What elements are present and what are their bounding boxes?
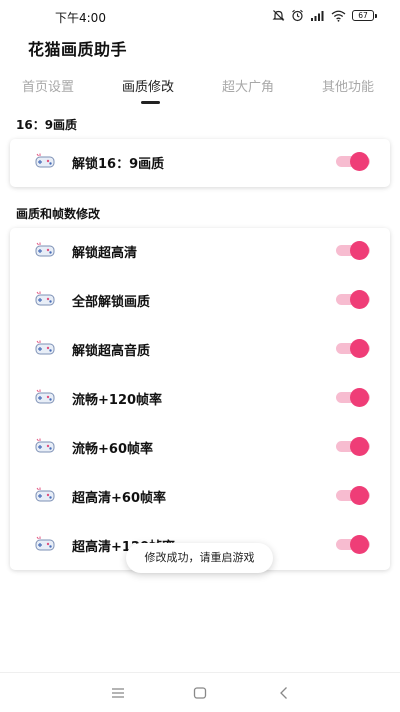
card-aspect: 解锁16：9画质 bbox=[10, 139, 390, 187]
section-title-aspect: 16：9画质 bbox=[16, 118, 78, 132]
row-label: 流畅+120帧率 bbox=[72, 393, 163, 408]
active-tab-indicator bbox=[141, 101, 160, 104]
row-label: 超高清+60帧率 bbox=[72, 491, 166, 506]
status-bar: 下午4:00 67 bbox=[0, 0, 400, 34]
home-icon[interactable] bbox=[192, 685, 208, 701]
gamepad-icon bbox=[34, 389, 56, 405]
list-item: 全部解锁画质 bbox=[10, 279, 390, 319]
toggle-unlock-ultra-audio[interactable] bbox=[336, 338, 372, 358]
tab-bar: 首页设置 画质修改 超大广角 其他功能 bbox=[0, 76, 400, 106]
card-quality-fps: 解锁超高清 全部解锁画质 解锁超高音质 流畅+120帧率 流畅+60帧率 超高清… bbox=[10, 228, 390, 570]
gamepad-icon bbox=[34, 340, 56, 356]
toggle-unlock-all-quality[interactable] bbox=[336, 289, 372, 309]
gamepad-icon bbox=[34, 242, 56, 258]
toggle-unlock-ultra-hd[interactable] bbox=[336, 240, 372, 260]
tab-home-settings[interactable]: 首页设置 bbox=[22, 76, 74, 95]
list-item: 流畅+120帧率 bbox=[10, 377, 390, 417]
menu-icon[interactable] bbox=[110, 685, 126, 701]
wifi-icon bbox=[331, 10, 346, 22]
gamepad-icon bbox=[34, 153, 56, 169]
toggle-smooth-120fps[interactable] bbox=[336, 387, 372, 407]
row-label: 流畅+60帧率 bbox=[72, 442, 153, 457]
row-label: 解锁16：9画质 bbox=[72, 157, 165, 172]
row-label: 解锁超高音质 bbox=[72, 344, 151, 359]
status-icons: 67 bbox=[272, 9, 377, 22]
toggle-smooth-60fps[interactable] bbox=[336, 436, 372, 456]
section-title-quality-fps: 画质和帧数修改 bbox=[16, 207, 101, 221]
alarm-icon bbox=[291, 9, 304, 22]
toggle-unlock-16-9[interactable] bbox=[336, 151, 372, 171]
toggle-ultra-hd-60fps[interactable] bbox=[336, 485, 372, 505]
list-item: 解锁16：9画质 bbox=[10, 141, 390, 181]
list-item: 超高清+60帧率 bbox=[10, 475, 390, 515]
tab-quality-modify[interactable]: 画质修改 bbox=[122, 76, 174, 95]
row-label: 全部解锁画质 bbox=[72, 295, 151, 310]
gamepad-icon bbox=[34, 536, 56, 552]
list-item: 流畅+60帧率 bbox=[10, 426, 390, 466]
list-item: 解锁超高音质 bbox=[10, 328, 390, 368]
gamepad-icon bbox=[34, 291, 56, 307]
battery-icon: 67 bbox=[352, 10, 377, 21]
status-time: 下午4:00 bbox=[55, 11, 106, 25]
system-nav-bar bbox=[0, 672, 400, 712]
gamepad-icon bbox=[34, 487, 56, 503]
gamepad-icon bbox=[34, 438, 56, 454]
toast-message: 修改成功，请重启游戏 bbox=[126, 543, 273, 573]
back-icon[interactable] bbox=[276, 685, 292, 701]
tab-other-features[interactable]: 其他功能 bbox=[322, 76, 374, 95]
signal-icon bbox=[310, 10, 325, 22]
row-label: 解锁超高清 bbox=[72, 246, 138, 261]
app-title: 花猫画质助手 bbox=[28, 40, 128, 59]
tab-wide-angle[interactable]: 超大广角 bbox=[222, 76, 274, 95]
toggle-ultra-hd-120fps[interactable] bbox=[336, 534, 372, 554]
list-item: 解锁超高清 bbox=[10, 230, 390, 270]
mute-icon bbox=[272, 9, 285, 22]
